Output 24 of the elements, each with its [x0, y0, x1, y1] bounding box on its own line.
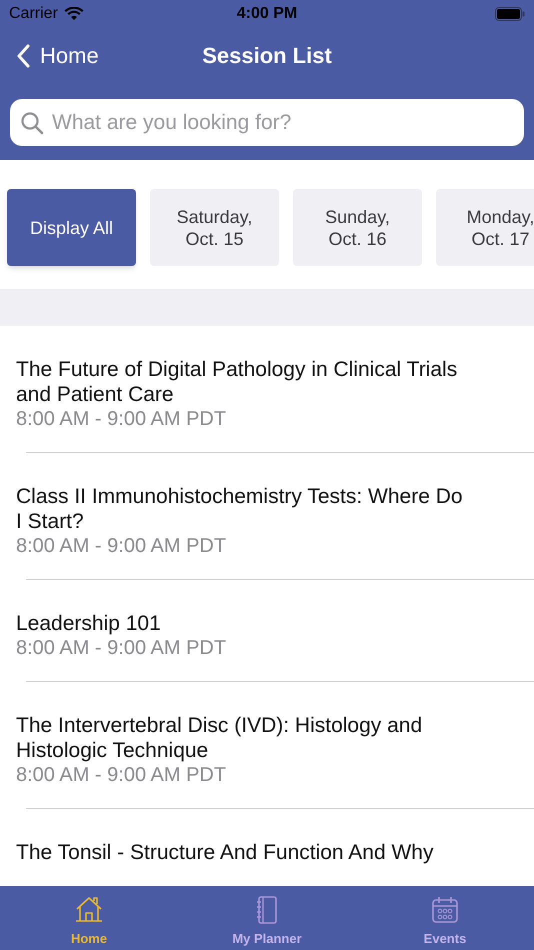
day-filter-tab[interactable]: Saturday, Oct. 15	[150, 189, 279, 266]
chevron-left-icon	[16, 44, 30, 68]
house-icon	[74, 895, 104, 925]
session-time: 8:00 AM - 9:00 AM PDT	[16, 636, 228, 660]
wifi-icon	[64, 7, 84, 21]
session-title[interactable]: Class II Immunohistochemistry Tests: Where Do I Start?	[16, 484, 474, 534]
day-filter-tab[interactable]: Sunday, Oct. 16	[293, 189, 422, 266]
session-title[interactable]: The Future of Digital Pathology in Clinical Trials and Patient Care	[16, 357, 474, 407]
day-filter-tab[interactable]: Monday, Oct. 17	[436, 189, 534, 266]
carrier-label: Carrier	[9, 4, 58, 24]
session-time: 8:00 AM - 9:00 AM PDT	[16, 534, 228, 558]
session-time: 8:00 AM - 9:00 AM PDT	[16, 763, 228, 787]
back-button[interactable]: Home	[16, 39, 99, 72]
search-field[interactable]: What are you looking for?	[10, 99, 524, 146]
session-time: 8:00 AM - 9:00 AM PDT	[16, 407, 228, 431]
screen-title: Session List	[202, 43, 332, 68]
battery-icon	[495, 7, 525, 21]
calendar-icon	[430, 895, 460, 925]
session-title[interactable]: Leadership 101	[16, 611, 474, 636]
clock-time: 4:00 PM	[236, 5, 298, 22]
session-title[interactable]: The Tonsil - Structure And Function And Why	[16, 840, 474, 865]
session-title[interactable]: The Intervertebral Disc (IVD): Histology and Histologic Technique	[16, 713, 474, 763]
search-icon	[20, 111, 44, 135]
day-filter-tab[interactable]: Display All	[7, 189, 136, 266]
